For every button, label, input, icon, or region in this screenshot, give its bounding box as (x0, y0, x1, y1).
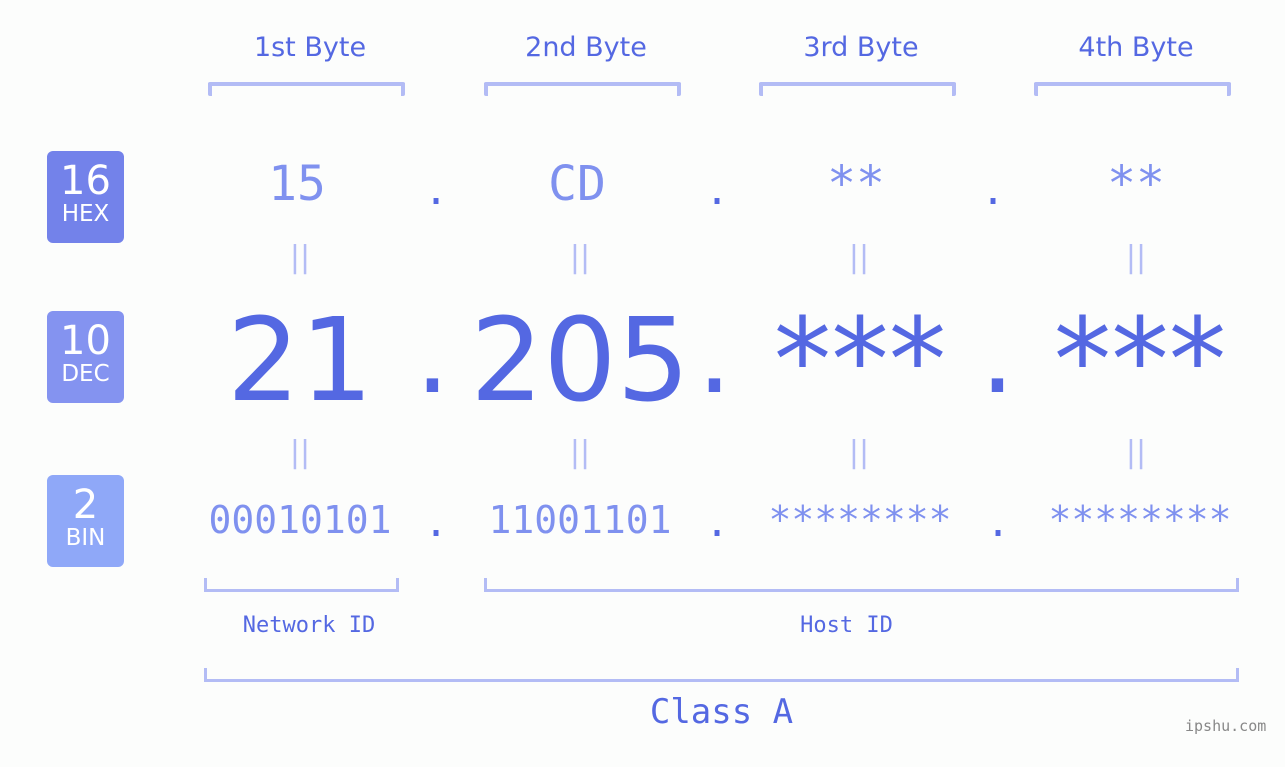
dec-dot-1: . (415, 290, 450, 418)
byte-header-3: 3rd Byte (803, 32, 919, 63)
hex-badge-number: 16 (60, 158, 111, 204)
bin-byte-3: ******** (768, 498, 952, 542)
hex-dot-2: . (705, 168, 730, 214)
dec-byte-2: 205 (470, 294, 690, 428)
equals-hex-dec-2: || (569, 240, 591, 275)
dec-badge-number: 10 (60, 318, 111, 364)
hex-byte-2: CD (548, 156, 606, 212)
byte-header-4: 4th Byte (1078, 32, 1194, 63)
bin-dot-1: . (424, 500, 449, 546)
dec-dot-2: . (697, 290, 732, 418)
dec-badge-label: DEC (61, 361, 110, 387)
watermark: ipshu.com (1185, 717, 1267, 735)
dec-badge: 10 DEC (47, 311, 124, 403)
host-id-bracket (484, 578, 1239, 592)
dec-byte-4: *** (1053, 294, 1227, 428)
hex-dot-1: . (424, 168, 449, 214)
hex-badge-label: HEX (61, 201, 110, 227)
bin-byte-2: 11001101 (488, 498, 672, 542)
class-bracket (204, 668, 1239, 682)
equals-hex-dec-4: || (1125, 240, 1147, 275)
hex-dot-3: . (981, 168, 1006, 214)
byte-bracket-3 (759, 82, 956, 96)
bin-badge: 2 BIN (47, 475, 124, 567)
equals-dec-bin-1: || (289, 435, 311, 470)
class-label: Class A (649, 692, 794, 732)
equals-dec-bin-2: || (569, 435, 591, 470)
equals-hex-dec-3: || (848, 240, 870, 275)
equals-hex-dec-1: || (289, 240, 311, 275)
bin-badge-number: 2 (72, 482, 99, 528)
bin-badge-label: BIN (65, 525, 106, 551)
network-id-label: Network ID (242, 613, 376, 638)
byte-bracket-2 (484, 82, 681, 96)
byte-bracket-1 (208, 82, 405, 96)
hex-badge: 16 HEX (47, 151, 124, 243)
byte-header-2: 2nd Byte (525, 32, 647, 63)
byte-bracket-4 (1034, 82, 1231, 96)
equals-dec-bin-4: || (1125, 435, 1147, 470)
dec-byte-3: *** (773, 294, 947, 428)
host-id-label: Host ID (800, 613, 893, 638)
dec-dot-3: . (980, 290, 1015, 418)
bin-byte-1: 00010101 (208, 498, 392, 542)
bin-dot-2: . (705, 500, 730, 546)
hex-byte-1: 15 (268, 156, 326, 212)
hex-byte-3: ** (827, 156, 885, 212)
dec-byte-1: 21 (226, 294, 374, 428)
bin-dot-3: . (986, 500, 1011, 546)
network-id-bracket (204, 578, 399, 592)
byte-header-1: 1st Byte (253, 32, 367, 63)
bin-byte-4: ******** (1048, 498, 1232, 542)
hex-byte-4: ** (1107, 156, 1165, 212)
equals-dec-bin-3: || (848, 435, 870, 470)
